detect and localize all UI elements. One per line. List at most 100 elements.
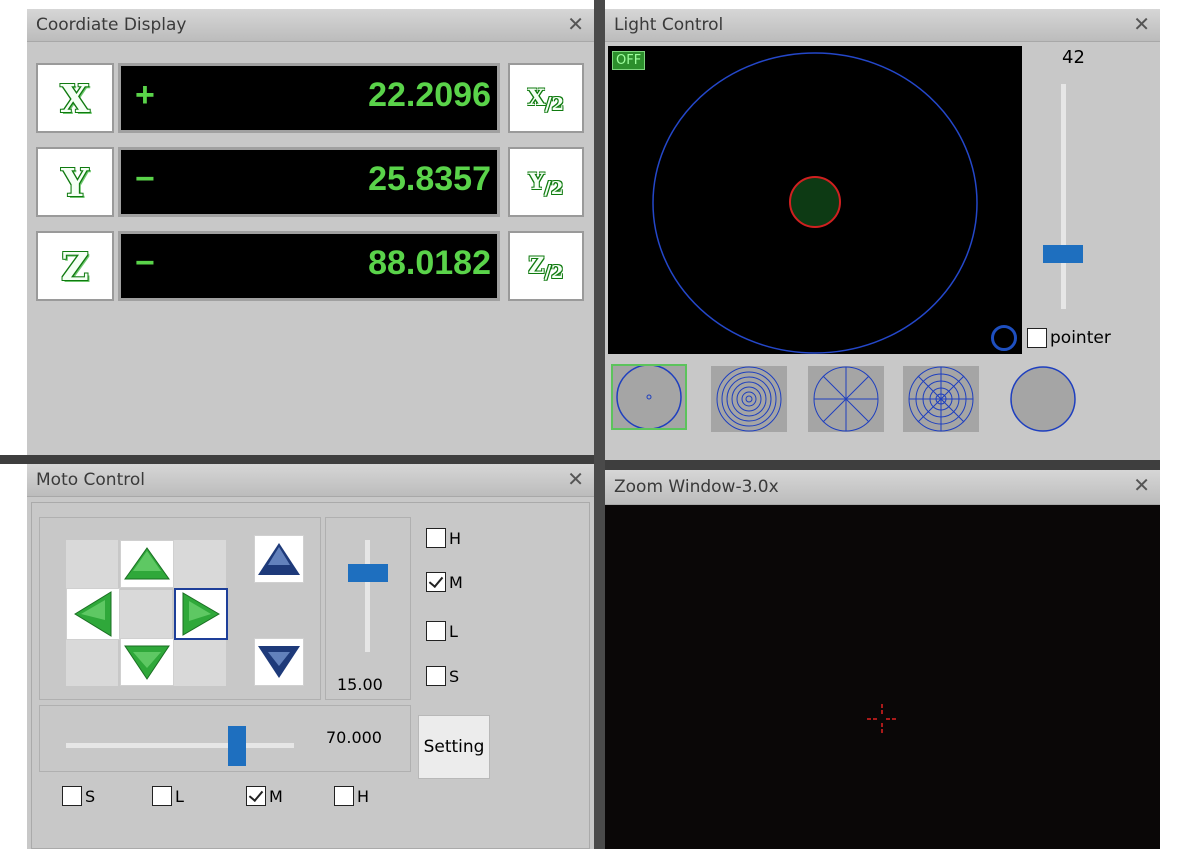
center-light: [789, 176, 841, 228]
pattern-button-concentric[interactable]: [711, 366, 787, 432]
speed-l-checkbox[interactable]: L: [426, 621, 458, 641]
arrow-up-icon: [124, 547, 170, 580]
checkbox-label: H: [357, 786, 370, 806]
checkbox-box[interactable]: [152, 786, 172, 806]
arrow-right-icon: [182, 592, 220, 636]
checkbox-box[interactable]: [426, 572, 446, 592]
setting-button[interactable]: Setting: [418, 715, 490, 779]
speed-h-checkbox[interactable]: H: [426, 528, 461, 548]
z-up-arrow-icon: [258, 543, 300, 575]
concentric-rings-pattern-icon: [716, 366, 782, 432]
full-circle-pattern-icon: [1010, 366, 1076, 432]
ring-dot-pattern-icon: [616, 364, 682, 430]
z-down-button[interactable]: [254, 638, 304, 686]
checkbox-label: H: [449, 528, 462, 548]
intensity-slider-track: [1061, 84, 1066, 309]
jog-right-button[interactable]: [174, 588, 228, 640]
spokes-pattern-icon: [813, 366, 879, 432]
pattern-button-ring-dot[interactable]: [611, 364, 687, 430]
y-sign: −: [135, 160, 155, 198]
pattern-button-full-circle[interactable]: [1005, 366, 1081, 432]
y-half-button[interactable]: Y/2: [508, 147, 584, 217]
zoom-crosshair-icon: [867, 704, 897, 734]
x-axis-button[interactable]: X: [36, 63, 114, 133]
checkbox-label: S: [85, 786, 96, 806]
z-value: 88.0182: [368, 244, 491, 282]
z-coordinate-display: − 88.0182: [118, 231, 500, 301]
checkbox-box[interactable]: [246, 786, 266, 806]
step-slider-track: [365, 540, 370, 652]
window-edge: [1160, 0, 1179, 849]
z-half-label: Z: [528, 253, 545, 279]
speed-slider-thumb[interactable]: [227, 726, 246, 766]
light-ring-canvas[interactable]: OFF: [608, 46, 1022, 354]
checkbox-box[interactable]: [426, 621, 446, 641]
jog-left-button[interactable]: [66, 588, 120, 640]
jog-down-button[interactable]: [120, 638, 174, 686]
speed-slider[interactable]: [66, 724, 294, 766]
speed-slider-track: [66, 743, 294, 748]
segmented-rings-pattern-icon: [908, 366, 974, 432]
jog-arrow-group: [39, 517, 321, 700]
pointer-toggle-icon: [991, 325, 1017, 351]
setting-button-label: Setting: [423, 737, 485, 757]
x-coordinate-display: + 22.2096: [118, 63, 500, 133]
panel-title: Light Control: [614, 15, 724, 35]
intensity-slider-thumb[interactable]: [1043, 245, 1083, 264]
step-value: 15.00: [337, 675, 383, 694]
z-down-arrow-icon: [258, 646, 300, 678]
checkbox-box[interactable]: [426, 666, 446, 686]
speed-slider-group: 70.000: [39, 705, 411, 772]
checkbox-box[interactable]: [62, 786, 82, 806]
pointer-checkbox-box[interactable]: [1027, 328, 1047, 348]
close-icon[interactable]: ✕: [567, 464, 584, 494]
z-half-button[interactable]: Z/2: [508, 231, 584, 301]
moto-control-panel: Moto Control ✕ 15.00 H M L S 70.000 Sett…: [27, 464, 594, 849]
intensity-slider[interactable]: [1038, 84, 1088, 309]
pointer-label: pointer: [1050, 328, 1111, 348]
x-half-sub: /2: [544, 93, 565, 115]
checkbox-label: L: [449, 621, 458, 641]
speed-value: 70.000: [326, 728, 382, 747]
grid-cell: [174, 638, 226, 686]
z-axis-button[interactable]: Z: [36, 231, 114, 301]
checkbox-label: M: [269, 786, 283, 806]
panel-title: Coordiate Display: [36, 15, 187, 35]
y-half-sub: /2: [544, 177, 564, 199]
panel-title: Zoom Window-3.0x: [614, 477, 779, 497]
coordinate-display-titlebar: Coordiate Display ✕: [27, 9, 594, 42]
zoom-window-titlebar: Zoom Window-3.0x ✕: [605, 470, 1160, 505]
x-sign: +: [135, 76, 155, 114]
y-half-label: Y: [528, 169, 545, 195]
mode-s-checkbox[interactable]: S: [62, 786, 95, 806]
light-ring-diagram: [652, 52, 978, 354]
pointer-checkbox[interactable]: pointer: [1027, 328, 1111, 348]
step-slider-thumb[interactable]: [348, 563, 388, 582]
y-axis-button[interactable]: Y: [36, 147, 114, 217]
zoom-window-panel: Zoom Window-3.0x ✕: [605, 470, 1160, 849]
mode-h-checkbox[interactable]: H: [334, 786, 369, 806]
x-half-label: X: [527, 85, 545, 111]
light-control-panel: Light Control ✕ OFF 42 pointer: [605, 9, 1160, 460]
checkbox-label: S: [449, 666, 460, 686]
checkbox-box[interactable]: [334, 786, 354, 806]
x-half-button[interactable]: X/2: [508, 63, 584, 133]
y-coordinate-display: − 25.8357: [118, 147, 500, 217]
right-horizontal-divider: [605, 460, 1179, 470]
mode-l-checkbox[interactable]: L: [152, 786, 184, 806]
y-value: 25.8357: [368, 160, 491, 198]
speed-m-checkbox[interactable]: M: [426, 572, 463, 592]
pattern-button-spokes[interactable]: [808, 366, 884, 432]
speed-s-checkbox[interactable]: S: [426, 666, 459, 686]
mode-m-checkbox[interactable]: M: [246, 786, 283, 806]
step-slider[interactable]: [346, 540, 390, 652]
close-icon[interactable]: ✕: [1133, 470, 1150, 500]
close-icon[interactable]: ✕: [1133, 9, 1150, 39]
checkbox-box[interactable]: [426, 528, 446, 548]
z-up-button[interactable]: [254, 535, 304, 583]
arrow-down-icon: [124, 645, 170, 680]
close-icon[interactable]: ✕: [567, 9, 584, 39]
pattern-button-segmented[interactable]: [903, 366, 979, 432]
grid-cell: [66, 540, 118, 588]
jog-up-button[interactable]: [120, 540, 174, 588]
